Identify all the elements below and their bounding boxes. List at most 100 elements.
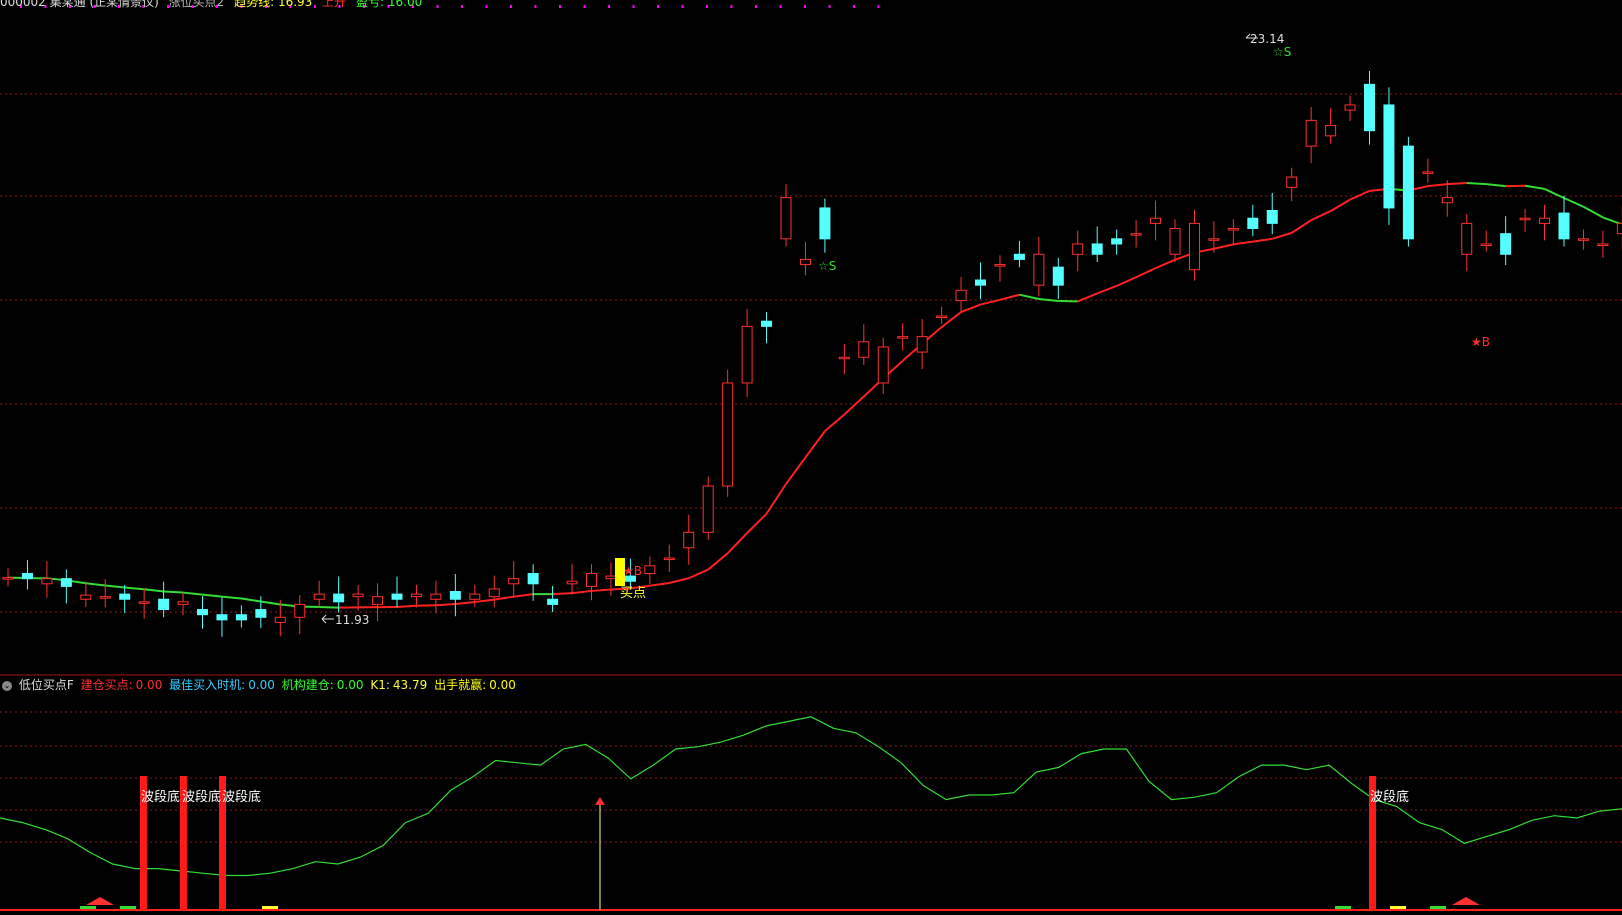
bottom-dot: [120, 906, 136, 909]
top-tick: [657, 5, 659, 8]
candle-body: [391, 593, 403, 600]
ma-segment: [1116, 276, 1137, 287]
buy-point-block: [615, 558, 625, 586]
candle-body: [177, 601, 189, 605]
candle-body: [333, 593, 345, 603]
top-tick: [583, 5, 586, 8]
ma-segment: [591, 588, 612, 592]
indicator-title[interactable]: 涨位买点2: [169, 0, 225, 9]
ma-label: 盈亏: 16.00: [356, 0, 423, 9]
chart-canvas[interactable]: 23.14 11.93 ☆S ☆S ★B ★B 买点 波段底 波段底 波段底 波…: [0, 0, 1622, 915]
ma-segment: [85, 582, 106, 587]
candle-body: [1422, 171, 1434, 174]
ma-segment: [1330, 198, 1351, 212]
buy-point-label: 买点: [620, 586, 646, 601]
price-low-arrow-icon: [321, 614, 334, 624]
ma-segment: [1486, 183, 1506, 188]
candle-body: [255, 609, 267, 618]
ma-segment: [843, 395, 865, 416]
ma-segment: [1038, 298, 1059, 302]
ma-segment: [435, 603, 456, 607]
ma-segment: [746, 512, 768, 534]
candle-body: [158, 598, 170, 611]
collapse-icon[interactable]: ⌄: [2, 680, 12, 691]
candle-body: [722, 382, 734, 487]
candle-body: [586, 573, 597, 587]
ma-segment: [571, 589, 592, 595]
ma-segment: [785, 456, 807, 485]
ma-segment: [707, 552, 729, 571]
ma-segment: [1271, 231, 1292, 240]
top-tick: [853, 5, 855, 8]
ma-segment: [416, 604, 436, 607]
candle-body: [1286, 176, 1298, 188]
top-tick: [559, 5, 561, 8]
candle-body: [1169, 228, 1181, 255]
candlestick-series: [2, 70, 1622, 637]
buy-marker-2: ★B: [1471, 335, 1490, 349]
candle-body: [1539, 217, 1551, 224]
candle-body: [663, 557, 675, 561]
candle-body: [527, 573, 539, 585]
top-tick: [485, 5, 488, 8]
candle-body: [488, 588, 500, 598]
indicator-item-label: 最佳买入时机:: [169, 678, 246, 692]
top-tick: [779, 5, 782, 8]
stock-label: 000002 集某通 (正某情景仪): [0, 0, 159, 9]
candle-body: [1091, 243, 1103, 255]
candle-body: [838, 356, 850, 360]
top-tick: [804, 5, 806, 8]
bottom-signal-icon: [1452, 897, 1480, 905]
candle-body: [683, 531, 695, 549]
candle-body: [1577, 238, 1589, 241]
trend-ma-line: [7, 181, 1622, 609]
candle-body: [197, 609, 208, 616]
ma-segment: [1155, 258, 1176, 270]
bottom-dot: [1335, 906, 1351, 909]
sell-marker-1: ☆S: [818, 259, 836, 273]
candle-body: [1461, 222, 1473, 255]
candle-body: [702, 485, 714, 533]
candle-body: [1558, 212, 1570, 240]
candle-body: [1402, 145, 1414, 240]
candle-body: [547, 598, 559, 605]
ma-segment: [1582, 205, 1604, 219]
ma-segment: [999, 293, 1020, 301]
indicator-item-label: K1:: [370, 678, 390, 692]
candle-body: [352, 593, 364, 598]
ma-segment: [1213, 243, 1234, 250]
top-tick: [681, 5, 684, 8]
candle-body: [1344, 104, 1356, 111]
candle-body: [1013, 253, 1025, 260]
candle-body: [1072, 243, 1084, 255]
top-tick: [877, 5, 880, 8]
candle-body: [430, 593, 442, 600]
bottom-dot: [262, 906, 278, 909]
ma-segment: [124, 586, 145, 591]
ma-segment: [396, 604, 417, 608]
bottom-dot: [1430, 906, 1446, 909]
candle-body: [138, 601, 150, 604]
indicator-name[interactable]: 低位买点F: [19, 678, 74, 692]
candle-body: [119, 593, 131, 600]
wave-bottom-label: 波段底: [182, 789, 221, 805]
ma-segment: [824, 413, 845, 432]
wave-bottom-label: 波段底: [141, 789, 180, 805]
indicator-item-label: 机构建仓:: [281, 678, 334, 692]
ma-segment: [1466, 181, 1487, 186]
ma-segment: [688, 568, 709, 580]
trend-direction: 上升: [322, 0, 347, 9]
candle-body: [936, 315, 948, 319]
ma-segment: [319, 606, 339, 609]
indicator-grid: [0, 711, 1622, 911]
ma-segment: [105, 584, 125, 589]
indicator-item-value: 0.00: [248, 678, 275, 692]
ma-segment: [960, 303, 981, 314]
candle-body: [1130, 233, 1142, 236]
trend-label: 趋势线: 16.93: [234, 0, 313, 9]
top-tick: [632, 5, 635, 8]
candle-body: [274, 616, 286, 623]
candle-body: [566, 580, 578, 585]
candle-body: [819, 207, 831, 240]
indicator-item-value: 0.00: [336, 678, 364, 692]
